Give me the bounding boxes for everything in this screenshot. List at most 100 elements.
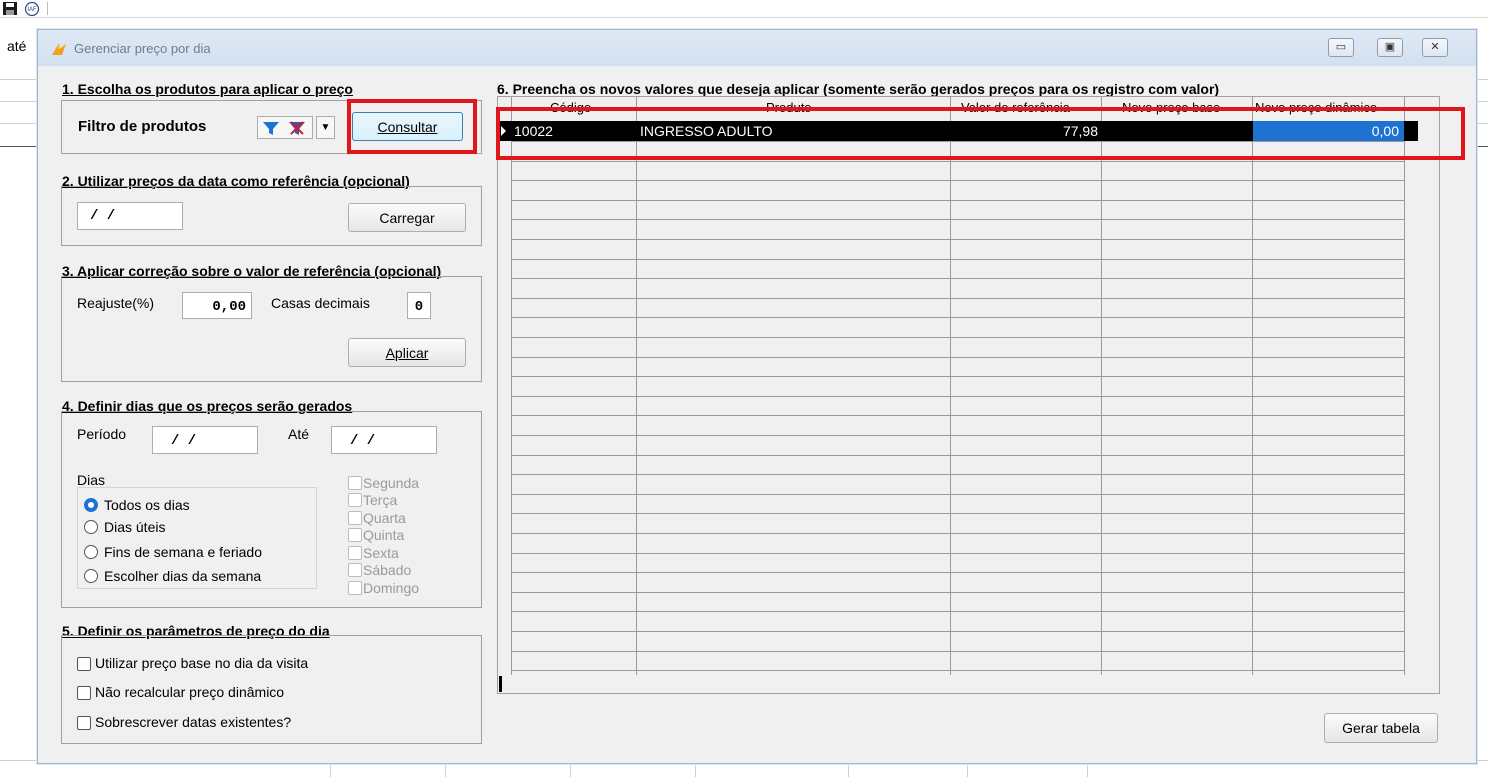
section3-group: Reajuste(%) 0,00 Casas decimais 0 Aplica… bbox=[61, 276, 482, 382]
checkbox-segunda[interactable] bbox=[348, 476, 362, 490]
grid-row-line bbox=[512, 435, 1405, 436]
clear-filter-icon[interactable] bbox=[288, 120, 306, 136]
grid-row-line bbox=[512, 611, 1405, 613]
save-icon[interactable] bbox=[2, 1, 18, 16]
days-options-group: Todos os dias Dias úteis Fins de semana … bbox=[77, 487, 317, 589]
option-label[interactable]: Dias úteis bbox=[104, 519, 165, 535]
grid-row-line bbox=[512, 337, 1405, 338]
until-label: Até bbox=[288, 426, 310, 442]
grid-scroll-marker bbox=[499, 676, 502, 692]
radio-fins-de-semana[interactable] bbox=[84, 545, 98, 559]
grid-col-line bbox=[1101, 97, 1102, 675]
apply-button[interactable]: Aplicar bbox=[348, 338, 466, 367]
option-label[interactable]: Sobrescrever datas existentes? bbox=[95, 714, 291, 730]
maximize-button[interactable]: ▣ bbox=[1377, 38, 1403, 57]
grid-row-line bbox=[512, 239, 1405, 240]
products-grid: Código Produto Valor de referência Novo … bbox=[497, 96, 1440, 694]
grid-row-line bbox=[512, 219, 1405, 221]
grid-row-line bbox=[512, 631, 1405, 632]
filter-buttons bbox=[257, 116, 313, 139]
grid-row-line bbox=[512, 317, 1405, 319]
grid-col-line bbox=[950, 97, 951, 675]
checkbox-sabado[interactable] bbox=[348, 563, 362, 577]
grid-col-line bbox=[636, 97, 637, 675]
svg-text:IAF: IAF bbox=[27, 7, 37, 13]
option-label[interactable]: Escolher dias da semana bbox=[104, 568, 261, 584]
period-from-field[interactable]: / / bbox=[152, 426, 258, 454]
load-button[interactable]: Carregar bbox=[348, 203, 466, 232]
radio-todos-os-dias[interactable] bbox=[84, 498, 98, 512]
section2-group: / / Carregar bbox=[61, 186, 482, 246]
grid-row-line bbox=[512, 572, 1405, 574]
checkbox-sobrescrever[interactable] bbox=[77, 716, 91, 730]
checkbox-preco-base[interactable] bbox=[77, 657, 91, 671]
grid-row-line bbox=[512, 356, 1405, 358]
grid-row-line bbox=[512, 278, 1405, 280]
days-label: Dias bbox=[77, 472, 106, 488]
grid-row-line bbox=[512, 297, 1405, 299]
option-label[interactable]: Utilizar preço base no dia da visita bbox=[95, 655, 308, 671]
checkbox-quarta[interactable] bbox=[348, 511, 362, 525]
grid-row-line bbox=[512, 552, 1405, 554]
reajuste-field[interactable]: 0,00 bbox=[182, 292, 252, 319]
weekday-label: Terça bbox=[363, 492, 398, 508]
period-label: Período bbox=[77, 426, 127, 442]
grid-row-line bbox=[512, 199, 1405, 201]
grid-row-line bbox=[512, 591, 1405, 593]
grid-row-line bbox=[512, 180, 1405, 182]
manage-price-dialog: Gerenciar preço por dia ▭ ▣ ✕ 1. Escolha… bbox=[37, 29, 1477, 764]
decimals-field[interactable]: 0 bbox=[407, 292, 431, 319]
generate-table-button[interactable]: Gerar tabela bbox=[1324, 713, 1438, 743]
grid-col-line bbox=[1252, 97, 1253, 675]
dialog-title: Gerenciar preço por dia bbox=[74, 41, 211, 56]
decimals-label: Casas decimais bbox=[271, 295, 370, 311]
maximize-icon: ▣ bbox=[1384, 41, 1396, 53]
dialog-titlebar[interactable]: Gerenciar preço por dia ▭ ▣ ✕ bbox=[38, 30, 1476, 66]
section4-group: Período / / Até / / Dias Todos os dias D… bbox=[61, 411, 482, 608]
grid-row-line bbox=[512, 533, 1405, 534]
grid-col-line bbox=[511, 97, 512, 675]
weekday-label: Segunda bbox=[363, 475, 420, 491]
radio-escolher-dias[interactable] bbox=[84, 569, 98, 583]
grid-row-line bbox=[512, 474, 1405, 476]
radio-dias-uteis[interactable] bbox=[84, 520, 98, 534]
section5-group: Utilizar preço base no dia da visita Não… bbox=[61, 635, 482, 744]
filter-icon[interactable] bbox=[262, 120, 280, 136]
background-toolbar: IAF bbox=[0, 0, 1488, 18]
iaf-logo-icon[interactable]: IAF bbox=[24, 1, 40, 16]
close-button[interactable]: ✕ bbox=[1422, 38, 1448, 57]
grid-row-line bbox=[512, 454, 1405, 456]
option-label[interactable]: Não recalcular preço dinâmico bbox=[95, 684, 284, 700]
weekday-label: Domingo bbox=[363, 580, 420, 596]
filter-dropdown-button[interactable]: ▼ bbox=[316, 116, 335, 139]
weekday-label: Quarta bbox=[363, 510, 406, 526]
weekday-label: Sábado bbox=[363, 562, 412, 578]
reajuste-label: Reajuste(%) bbox=[77, 295, 155, 311]
weekday-label: Quinta bbox=[363, 527, 405, 543]
close-icon: ✕ bbox=[1430, 41, 1440, 53]
grid-row-line bbox=[512, 415, 1405, 417]
filter-label: Filtro de produtos bbox=[78, 118, 207, 135]
toolbar-separator bbox=[47, 2, 48, 15]
grid-row-line bbox=[512, 258, 1405, 260]
checkbox-sexta[interactable] bbox=[348, 546, 362, 560]
period-to-field[interactable]: / / bbox=[331, 426, 437, 454]
dialog-app-icon bbox=[52, 43, 66, 55]
checkbox-terca[interactable] bbox=[348, 493, 362, 507]
section6-title: 6. Preencha os novos valores que deseja … bbox=[497, 81, 1220, 97]
grid-row-line bbox=[512, 376, 1405, 378]
checkbox-nao-recalcular[interactable] bbox=[77, 686, 91, 700]
checkbox-quinta[interactable] bbox=[348, 528, 362, 542]
option-label[interactable]: Fins de semana e feriado bbox=[104, 544, 262, 560]
checkbox-domingo[interactable] bbox=[348, 581, 362, 595]
grid-row-line bbox=[512, 670, 1405, 672]
weekday-label: Sexta bbox=[363, 545, 399, 561]
reference-date-field[interactable]: / / bbox=[77, 202, 183, 230]
highlight-grid-row-box bbox=[496, 107, 1465, 160]
minimize-button[interactable]: ▭ bbox=[1328, 38, 1354, 57]
highlight-consult-box bbox=[347, 99, 477, 154]
grid-col-line bbox=[1404, 97, 1405, 675]
background-ate-label: até bbox=[7, 38, 27, 54]
option-label[interactable]: Todos os dias bbox=[104, 497, 190, 513]
minimize-icon: ▭ bbox=[1335, 41, 1347, 53]
